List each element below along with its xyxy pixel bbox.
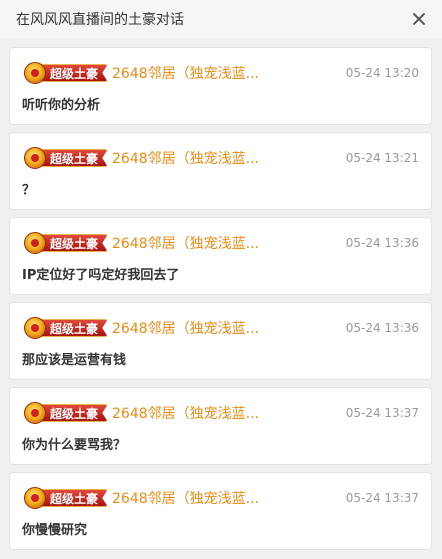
message-header: 超级土豪 2648邻居（独宠浅蓝... 05-24 13:37 xyxy=(22,485,419,511)
badge-label: 超级土豪 xyxy=(49,236,98,251)
message-header: 超级土豪 2648邻居（独宠浅蓝... 05-24 13:36 xyxy=(22,315,419,341)
message-text: ？ xyxy=(22,183,36,198)
vip-badge-icon: 超级土豪 xyxy=(22,146,110,170)
message-header: 超级土豪 2648邻居（独宠浅蓝... 05-24 13:36 xyxy=(22,230,419,256)
close-icon[interactable] xyxy=(410,10,428,28)
badge-ribbon: 超级土豪 xyxy=(36,234,108,252)
timestamp: 05-24 13:37 xyxy=(345,406,419,420)
badge-label: 超级土豪 xyxy=(49,491,98,506)
conversation-panel: 在风风风直播间的土豪对话 超级土豪 2648邻居（独宠浅蓝... 05-24 1… xyxy=(0,0,442,559)
message-text: IP定位好了吗定好我回去了 xyxy=(22,268,180,283)
badge-ribbon: 超级土豪 xyxy=(36,149,108,167)
vip-badge-icon: 超级土豪 xyxy=(22,231,110,255)
message-header: 超级土豪 2648邻居（独宠浅蓝... 05-24 13:37 xyxy=(22,400,419,426)
badge-label: 超级土豪 xyxy=(49,66,98,81)
badge-medal-icon xyxy=(24,232,46,254)
panel-title: 在风风风直播间的土豪对话 xyxy=(16,12,184,28)
message-list[interactable]: 超级土豪 2648邻居（独宠浅蓝... 05-24 13:20 听听你的分析 超… xyxy=(0,38,442,550)
message-card: 超级土豪 2648邻居（独宠浅蓝... 05-24 13:36 IP定位好了吗定… xyxy=(9,217,432,295)
badge-ribbon: 超级土豪 xyxy=(36,64,108,82)
panel-header: 在风风风直播间的土豪对话 xyxy=(0,0,442,38)
message-text: 那应该是运营有钱 xyxy=(22,353,127,368)
username[interactable]: 2648邻居（独宠浅蓝... xyxy=(112,233,259,253)
badge-medal-icon xyxy=(24,147,46,169)
username[interactable]: 2648邻居（独宠浅蓝... xyxy=(112,488,259,508)
badge-medal-icon xyxy=(24,317,46,339)
timestamp: 05-24 13:36 xyxy=(345,321,419,335)
message-card: 超级土豪 2648邻居（独宠浅蓝... 05-24 13:20 听听你的分析 xyxy=(9,47,432,125)
message-card: 超级土豪 2648邻居（独宠浅蓝... 05-24 13:37 你慢慢研究 xyxy=(9,472,432,550)
message-card: 超级土豪 2648邻居（独宠浅蓝... 05-24 13:37 你为什么要骂我？ xyxy=(9,387,432,465)
vip-badge-icon: 超级土豪 xyxy=(22,316,110,340)
timestamp: 05-24 13:21 xyxy=(345,151,419,165)
username[interactable]: 2648邻居（独宠浅蓝... xyxy=(112,63,259,83)
message-text: 你为什么要骂我？ xyxy=(22,438,127,453)
vip-badge-icon: 超级土豪 xyxy=(22,61,110,85)
message-text: 你慢慢研究 xyxy=(22,523,88,538)
badge-medal-icon xyxy=(24,62,46,84)
badge-label: 超级土豪 xyxy=(49,321,98,336)
message-text: 听听你的分析 xyxy=(22,98,101,113)
message-header: 超级土豪 2648邻居（独宠浅蓝... 05-24 13:20 xyxy=(22,60,419,86)
badge-ribbon: 超级土豪 xyxy=(36,319,108,337)
vip-badge-icon: 超级土豪 xyxy=(22,401,110,425)
badge-label: 超级土豪 xyxy=(49,406,98,421)
badge-ribbon: 超级土豪 xyxy=(36,489,108,507)
username[interactable]: 2648邻居（独宠浅蓝... xyxy=(112,148,259,168)
message-card: 超级土豪 2648邻居（独宠浅蓝... 05-24 13:36 那应该是运营有钱 xyxy=(9,302,432,380)
vip-badge-icon: 超级土豪 xyxy=(22,486,110,510)
timestamp: 05-24 13:37 xyxy=(345,491,419,505)
message-header: 超级土豪 2648邻居（独宠浅蓝... 05-24 13:21 xyxy=(22,145,419,171)
timestamp: 05-24 13:36 xyxy=(345,236,419,250)
username[interactable]: 2648邻居（独宠浅蓝... xyxy=(112,403,259,423)
badge-medal-icon xyxy=(24,402,46,424)
badge-medal-icon xyxy=(24,487,46,509)
badge-ribbon: 超级土豪 xyxy=(36,404,108,422)
badge-label: 超级土豪 xyxy=(49,151,98,166)
message-card: 超级土豪 2648邻居（独宠浅蓝... 05-24 13:21 ？ xyxy=(9,132,432,210)
timestamp: 05-24 13:20 xyxy=(345,66,419,80)
username[interactable]: 2648邻居（独宠浅蓝... xyxy=(112,318,259,338)
